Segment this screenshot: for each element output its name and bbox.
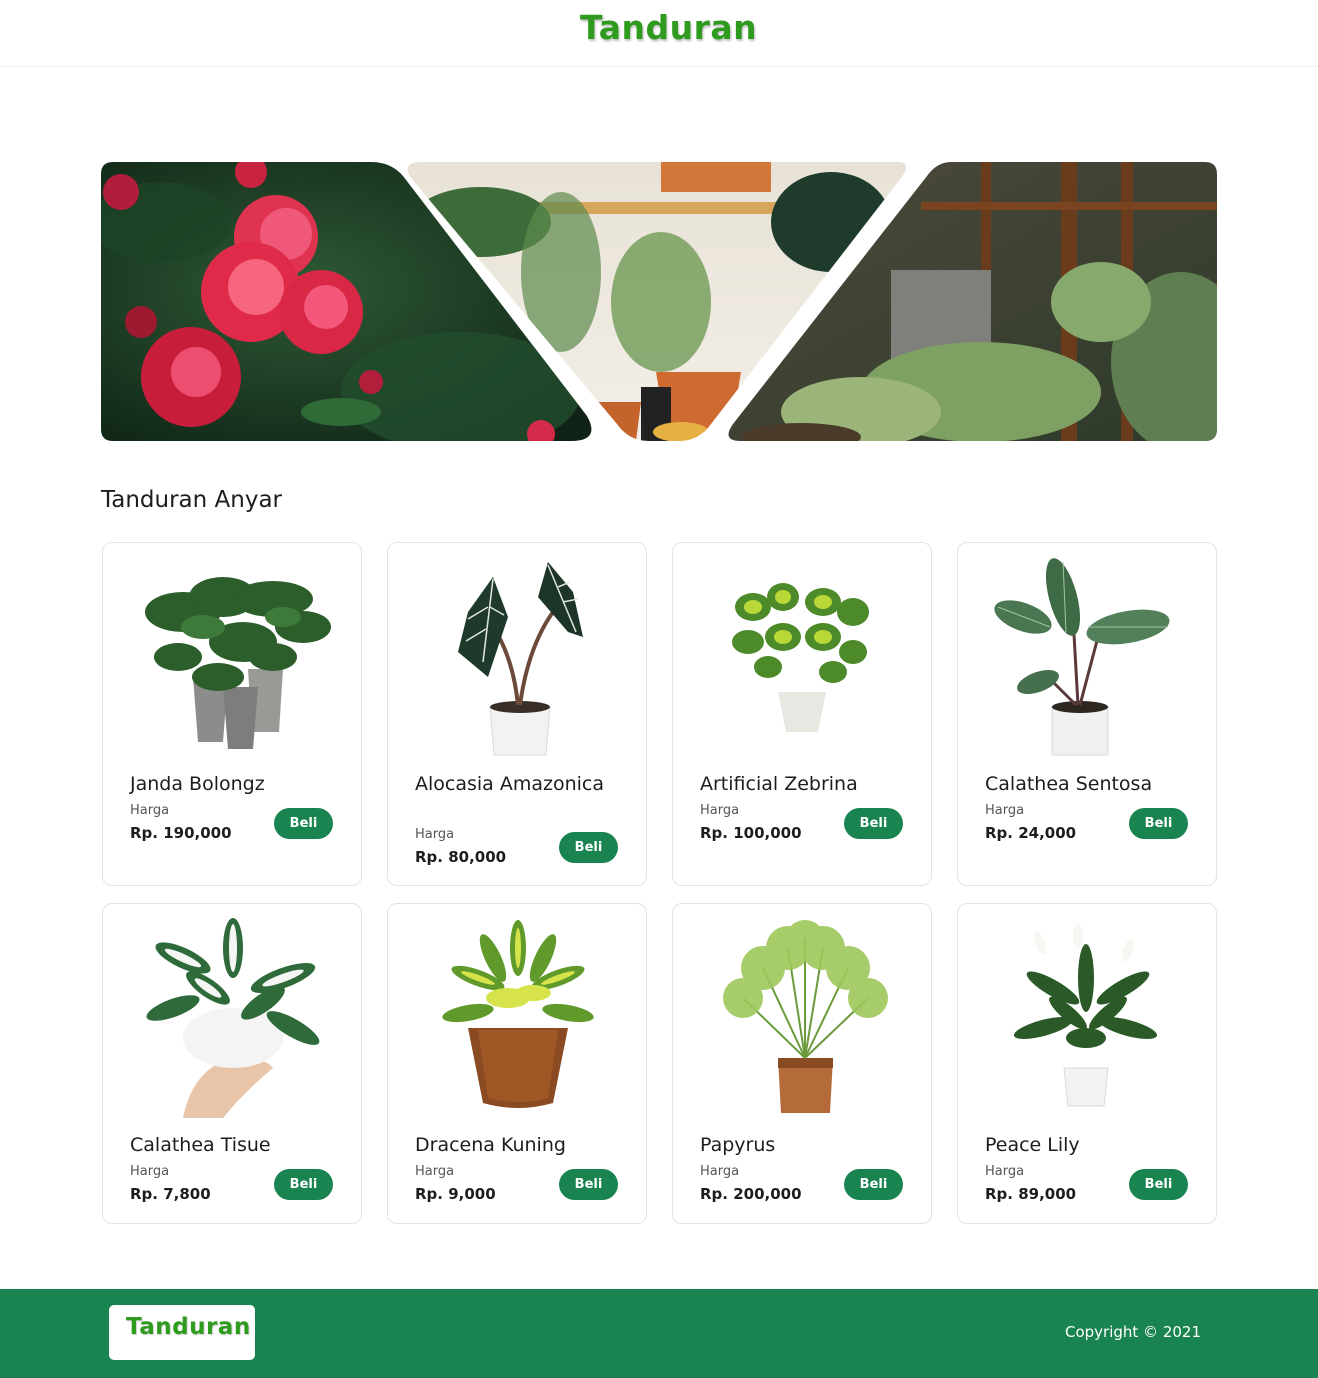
papyrus-plant-image — [723, 920, 888, 1113]
product-card[interactable]: Peace Lily Harga Rp. 89,000 Beli — [957, 903, 1217, 1224]
product-name: Alocasia Amazonica — [415, 773, 605, 795]
price-label: Harga — [985, 803, 1025, 818]
product-name: Artificial Zebrina — [700, 773, 858, 795]
site-header: Tanduran — [0, 0, 1318, 67]
product-name: Peace Lily — [985, 1134, 1080, 1156]
buy-button[interactable]: Beli — [559, 1169, 618, 1200]
calathea-tisue-image — [146, 918, 320, 1118]
product-price: Rp. 80,000 — [415, 848, 507, 866]
site-footer: Tanduran Copyright © 2021 — [0, 1289, 1318, 1378]
product-price: Rp. 24,000 — [985, 824, 1077, 842]
product-name: Calathea Sentosa — [985, 773, 1153, 795]
product-card[interactable]: Calathea Tisue Harga Rp. 7,800 Beli — [102, 903, 362, 1224]
product-name: Papyrus — [700, 1134, 776, 1156]
price-label: Harga — [415, 1164, 455, 1179]
product-card[interactable]: Janda Bolongz Harga Rp. 190,000 Beli — [102, 542, 362, 886]
product-price: Rp. 7,800 — [130, 1185, 211, 1203]
footer-brand-logo-text: Tanduran — [126, 1314, 251, 1340]
product-card[interactable]: Alocasia Amazonica Harga Rp. 80,000 Beli — [387, 542, 647, 886]
product-price: Rp. 100,000 — [700, 824, 802, 842]
brand-logo[interactable]: Tanduran — [580, 8, 757, 47]
price-label: Harga — [130, 803, 170, 818]
copyright-text: Copyright © 2021 — [1064, 1323, 1201, 1341]
peace-lily-image — [1013, 924, 1158, 1107]
buy-button[interactable]: Beli — [844, 808, 903, 839]
section-title: Tanduran Anyar — [101, 487, 283, 513]
alocasia-plant-image — [458, 562, 583, 756]
price-label: Harga — [985, 1164, 1025, 1179]
zebrina-plant-image — [732, 583, 869, 732]
product-card[interactable]: Papyrus Harga Rp. 200,000 Beli — [672, 903, 932, 1224]
buy-button[interactable]: Beli — [274, 1169, 333, 1200]
buy-button[interactable]: Beli — [844, 1169, 903, 1200]
buy-button[interactable]: Beli — [1129, 1169, 1188, 1200]
buy-button[interactable]: Beli — [274, 808, 333, 839]
product-price: Rp. 190,000 — [130, 824, 232, 842]
brand-logo-text: Tanduran — [580, 8, 758, 47]
hero-banner — [101, 162, 1217, 441]
price-label: Harga — [700, 1164, 740, 1179]
monstera-plant-image — [145, 577, 331, 749]
price-label: Harga — [700, 803, 740, 818]
product-card[interactable]: Calathea Sentosa Harga Rp. 24,000 Beli — [957, 542, 1217, 886]
footer-logo-box[interactable]: Tanduran — [109, 1305, 255, 1360]
footer-brand-logo: Tanduran — [126, 1314, 251, 1340]
buy-button[interactable]: Beli — [1129, 808, 1188, 839]
product-price: Rp. 9,000 — [415, 1185, 496, 1203]
product-name: Janda Bolongz — [130, 773, 265, 795]
calathea-plant-image — [994, 558, 1170, 756]
product-price: Rp. 89,000 — [985, 1185, 1077, 1203]
product-name: Calathea Tisue — [130, 1134, 271, 1156]
product-price: Rp. 200,000 — [700, 1185, 802, 1203]
buy-button[interactable]: Beli — [559, 832, 618, 863]
product-card[interactable]: Dracena Kuning Harga Rp. 9,000 Beli — [387, 903, 647, 1224]
dracena-plant-image — [442, 920, 594, 1108]
price-label: Harga — [130, 1164, 170, 1179]
price-label: Harga — [415, 827, 455, 842]
hero-image-collage — [101, 162, 1217, 441]
product-name: Dracena Kuning — [415, 1134, 566, 1156]
product-card[interactable]: Artificial Zebrina Harga Rp. 100,000 Bel… — [672, 542, 932, 886]
